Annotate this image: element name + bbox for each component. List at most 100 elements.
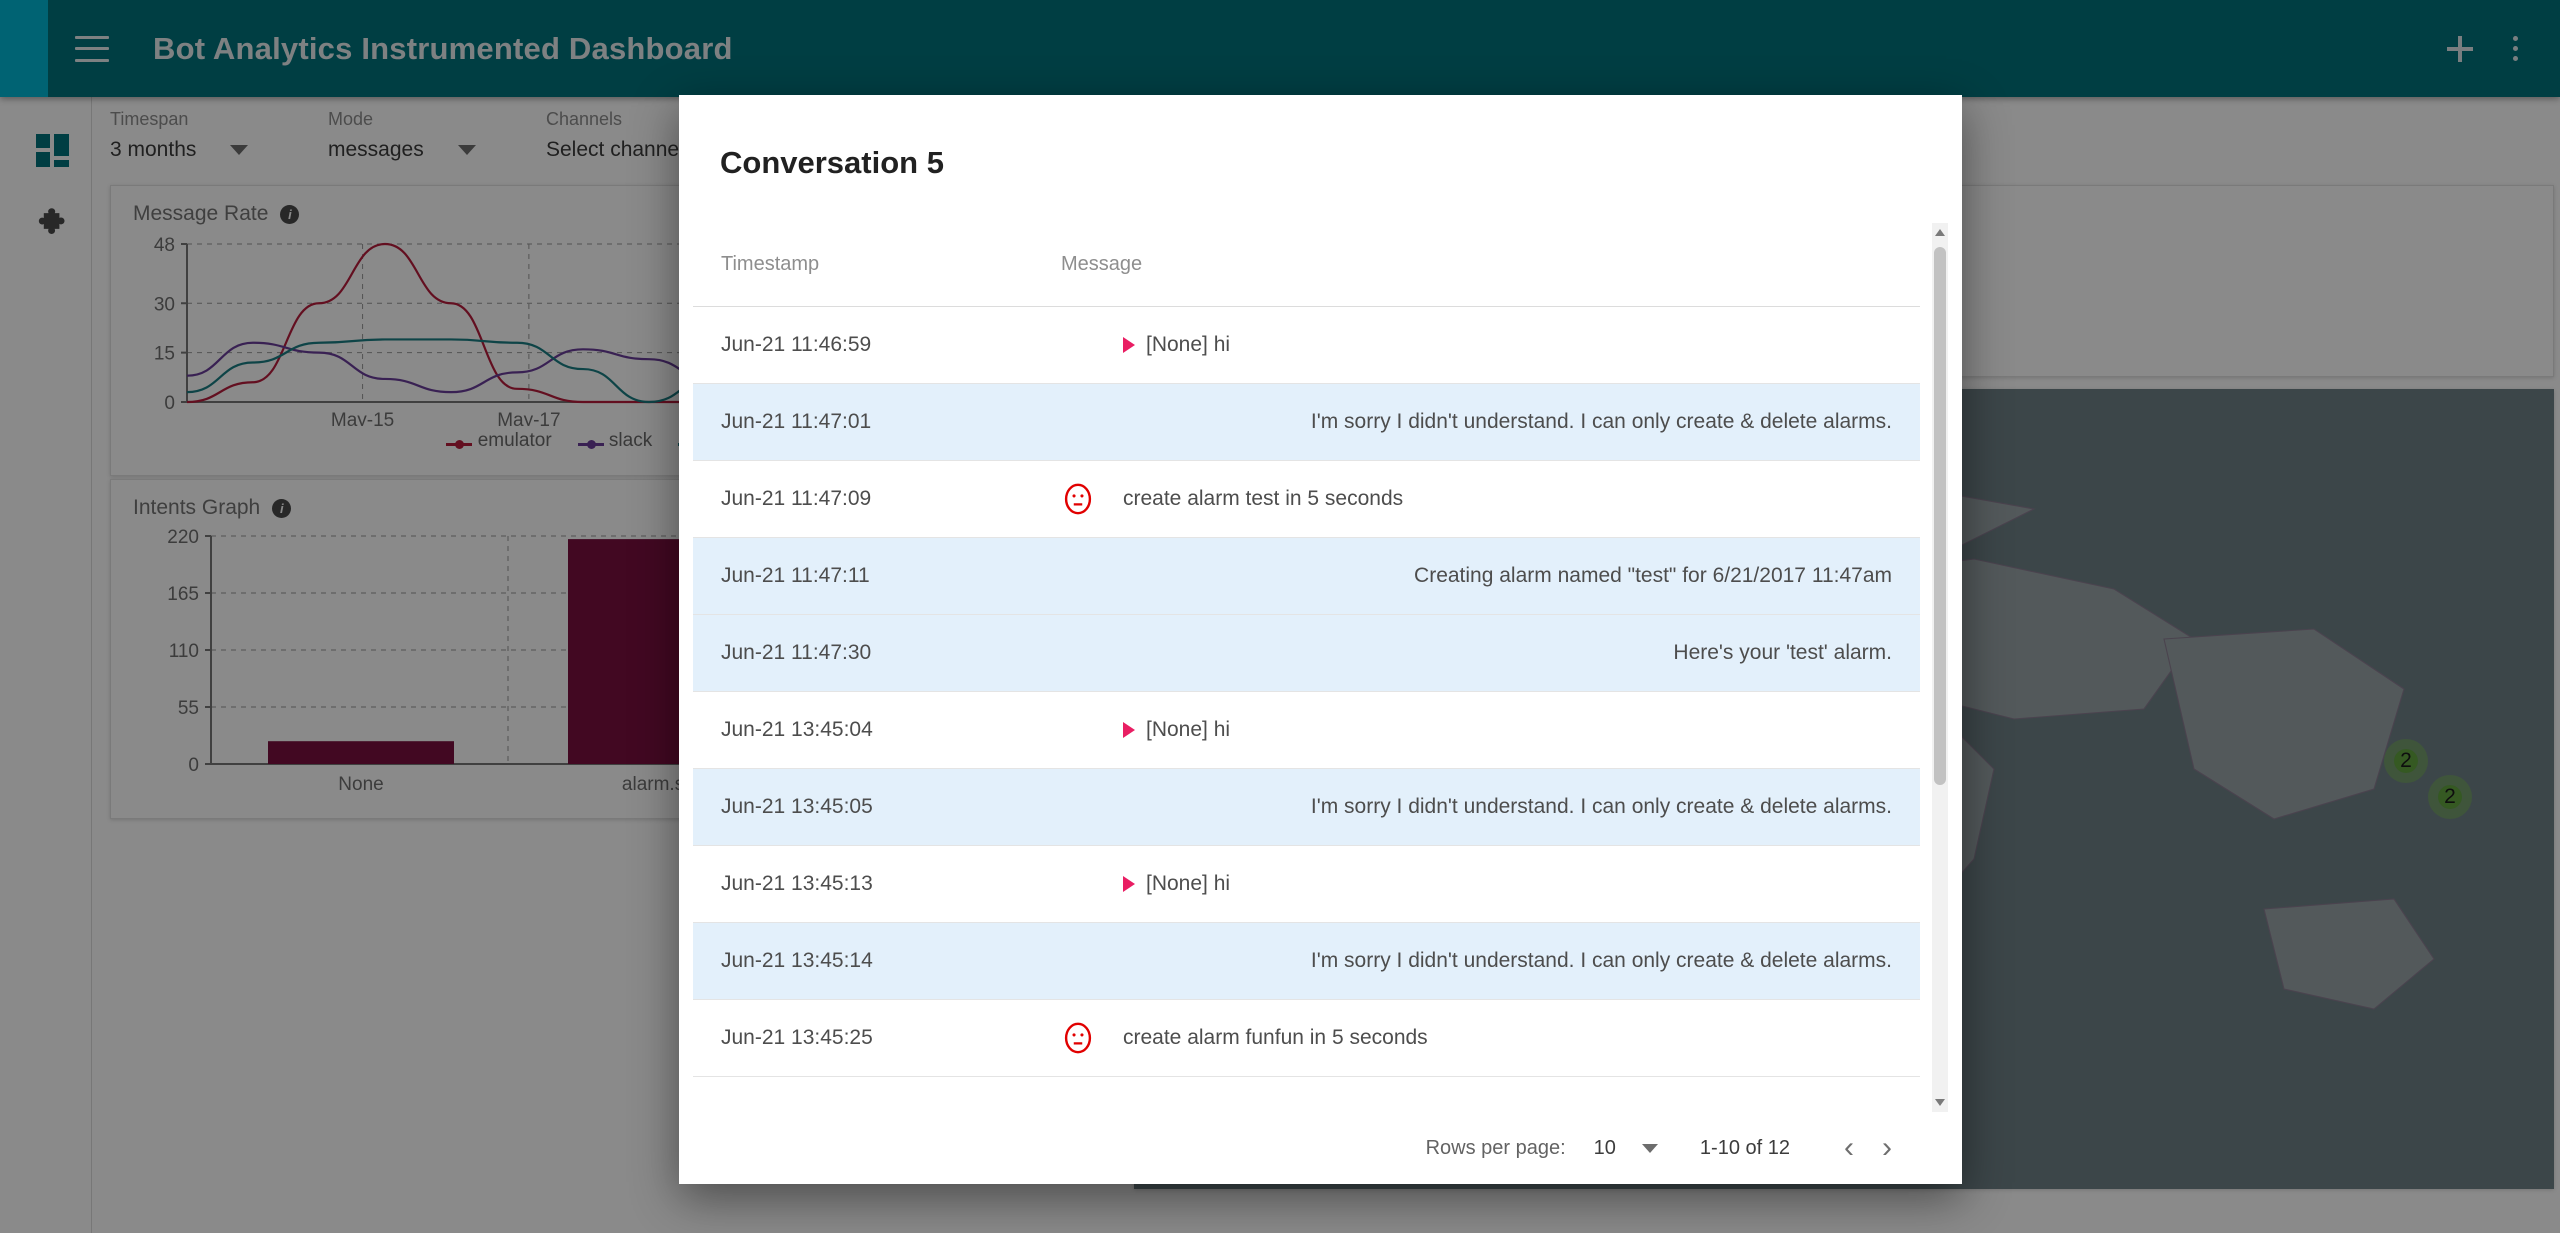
message-text-user: create alarm funfun in 5 seconds: [1123, 1026, 1428, 1049]
intent-expand-triangle-icon[interactable]: [1123, 722, 1135, 739]
accent-strip: [0, 0, 48, 97]
column-header-message[interactable]: Message: [1033, 223, 1920, 307]
cell-message: Creating alarm named "test" for 6/21/201…: [1033, 537, 1920, 615]
filter-mode-label: Mode: [328, 109, 374, 129]
map-marker-count: 2: [2444, 785, 2456, 808]
filter-timespan-text: 3 months: [110, 138, 197, 161]
svg-text:May-17: May-17: [497, 410, 560, 426]
message-text-bot: Here's your 'test' alarm.: [1673, 641, 1892, 664]
cell-timestamp: Jun-21 11:47:09: [693, 460, 1033, 538]
filter-timespan-value[interactable]: 3 months: [110, 138, 328, 162]
chevron-down-icon[interactable]: [230, 145, 249, 155]
cell-timestamp: Jun-21 13:45:13: [693, 845, 1033, 923]
message-text-bot: I'm sorry I didn't understand. I can onl…: [1310, 949, 1892, 972]
legend-label: slack: [608, 430, 653, 451]
svg-text:220: 220: [167, 527, 199, 548]
table-row[interactable]: Jun-21 11:47:09 create alarm test in 5 se…: [693, 460, 1920, 538]
table-row[interactable]: Jun-21 11:46:59 [None] hi: [693, 306, 1920, 384]
cell-timestamp: Jun-21 11:47:11: [693, 537, 1033, 615]
bar[interactable]: [268, 741, 454, 764]
sidebar-item-dashboard[interactable]: [36, 134, 70, 168]
cell-timestamp: Jun-21 11:46:59: [693, 306, 1033, 384]
hamburger-icon[interactable]: [75, 35, 109, 62]
chevron-down-icon[interactable]: [1641, 1143, 1658, 1153]
svg-text:May-15: May-15: [331, 410, 394, 426]
filter-bar: Timespan 3 months Mode messages Channels…: [110, 109, 764, 162]
app-bar: Bot Analytics Instrumented Dashboard: [0, 0, 2560, 97]
messages-table: Timestamp Message Jun-21 11:46:59 [None] …: [693, 223, 1920, 1077]
filter-timespan[interactable]: Timespan 3 months: [110, 109, 328, 162]
puzzle-piece-icon: [38, 208, 65, 234]
cell-timestamp: Jun-21 13:45:05: [693, 768, 1033, 846]
cell-timestamp: Jun-21 11:47:01: [693, 383, 1033, 461]
pagination-bar: Rows per page: 10 1-10 of 12 ‹ ›: [679, 1112, 1962, 1184]
legend-item-emulator: emulator: [446, 430, 552, 452]
cell-message: Here's your 'test' alarm.: [1033, 614, 1920, 692]
cell-message: I'm sorry I didn't understand. I can onl…: [1033, 768, 1920, 846]
svg-text:165: 165: [167, 584, 199, 605]
map-marker[interactable]: 2: [2384, 739, 2428, 783]
cell-message: [None] hi: [1033, 845, 1920, 923]
cell-message: [None] hi: [1033, 306, 1920, 384]
info-icon[interactable]: i: [280, 204, 300, 224]
table-row[interactable]: Jun-21 11:47:30 Here's your 'test' alarm.: [693, 614, 1920, 692]
negative-sentiment-face-icon: [1064, 483, 1092, 515]
message-row-user: [None] hi: [1061, 333, 1892, 357]
legend-label: emulator: [477, 430, 552, 451]
table-row[interactable]: Jun-21 11:47:01 I'm sorry I didn't unders…: [693, 383, 1920, 461]
message-text-user: [None] hi: [1123, 718, 1230, 742]
cell-message: I'm sorry I didn't understand. I can onl…: [1033, 383, 1920, 461]
filter-mode-text: messages: [328, 138, 424, 161]
plus-icon[interactable]: [2447, 35, 2473, 62]
svg-text:110: 110: [169, 641, 199, 662]
table-row[interactable]: Jun-21 13:45:13 [None] hi: [693, 845, 1920, 923]
filter-mode-value[interactable]: messages: [328, 138, 546, 162]
table-header-row: Timestamp Message: [693, 223, 1920, 307]
sidebar-item-plugins[interactable]: [36, 205, 72, 246]
scrollbar-thumb[interactable]: [1934, 247, 1946, 785]
cell-message: create alarm funfun in 5 seconds: [1033, 999, 1920, 1077]
conversation-dialog: Conversation 5 Timestamp Message Jun-21 …: [679, 95, 1962, 1184]
app-bar-actions: [2447, 35, 2518, 62]
messages-table-container: Timestamp Message Jun-21 11:46:59 [None] …: [693, 223, 1948, 1112]
intent-expand-triangle-icon[interactable]: [1123, 876, 1135, 893]
svg-text:30: 30: [154, 294, 175, 315]
info-icon[interactable]: i: [272, 498, 292, 518]
messages-table-body: Jun-21 11:46:59 [None] hi Jun-21 11:47:01 I…: [693, 306, 1920, 1077]
filter-mode[interactable]: Mode messages: [328, 109, 546, 162]
message-row-user: [None] hi: [1061, 718, 1892, 742]
scroll-up-arrow-icon[interactable]: [1935, 229, 1945, 236]
dialog-scrollbar[interactable]: [1932, 223, 1948, 1112]
table-row[interactable]: Jun-21 13:45:14 I'm sorry I didn't unders…: [693, 922, 1920, 1000]
intent-expand-triangle-icon[interactable]: [1123, 337, 1135, 354]
message-text-user: [None] hi: [1123, 872, 1230, 896]
chevron-down-icon[interactable]: [457, 145, 476, 155]
message-text-user: [None] hi: [1123, 333, 1230, 357]
map-marker[interactable]: 2: [2428, 775, 2472, 819]
svg-text:0: 0: [188, 755, 199, 776]
svg-text:15: 15: [154, 344, 175, 365]
pagination-range: 1-10 of 12: [1699, 1136, 1790, 1159]
message-row-user: create alarm funfun in 5 seconds: [1061, 1021, 1892, 1055]
messages-table-head: Timestamp Message: [693, 223, 1920, 307]
table-row[interactable]: Jun-21 13:45:04 [None] hi: [693, 691, 1920, 769]
cell-timestamp: Jun-21 13:45:14: [693, 922, 1033, 1000]
svg-text:48: 48: [154, 235, 175, 256]
chevron-right-icon[interactable]: ›: [1882, 1133, 1892, 1163]
chevron-left-icon[interactable]: ‹: [1844, 1133, 1854, 1163]
filter-timespan-label: Timespan: [110, 109, 189, 129]
cell-timestamp: Jun-21 11:47:30: [693, 614, 1033, 692]
card-intents-title-text: Intents Graph: [133, 496, 261, 519]
table-row[interactable]: Jun-21 11:47:11 Creating alarm named "tes…: [693, 537, 1920, 615]
cell-timestamp: Jun-21 13:45:25: [693, 999, 1033, 1077]
svg-text:55: 55: [178, 698, 199, 719]
cell-timestamp: Jun-21 13:45:04: [693, 691, 1033, 769]
kebab-menu-icon[interactable]: [2513, 36, 2518, 61]
rows-per-page-value[interactable]: 10: [1594, 1137, 1616, 1160]
column-header-timestamp[interactable]: Timestamp: [693, 223, 1033, 307]
table-row[interactable]: Jun-21 13:45:05 I'm sorry I didn't unders…: [693, 768, 1920, 846]
table-row[interactable]: Jun-21 13:45:25 create alarm funfun in 5 …: [693, 999, 1920, 1077]
svg-text:None: None: [338, 774, 383, 795]
scroll-down-arrow-icon[interactable]: [1935, 1099, 1945, 1106]
card-message-rate-title-text: Message Rate: [133, 202, 269, 225]
